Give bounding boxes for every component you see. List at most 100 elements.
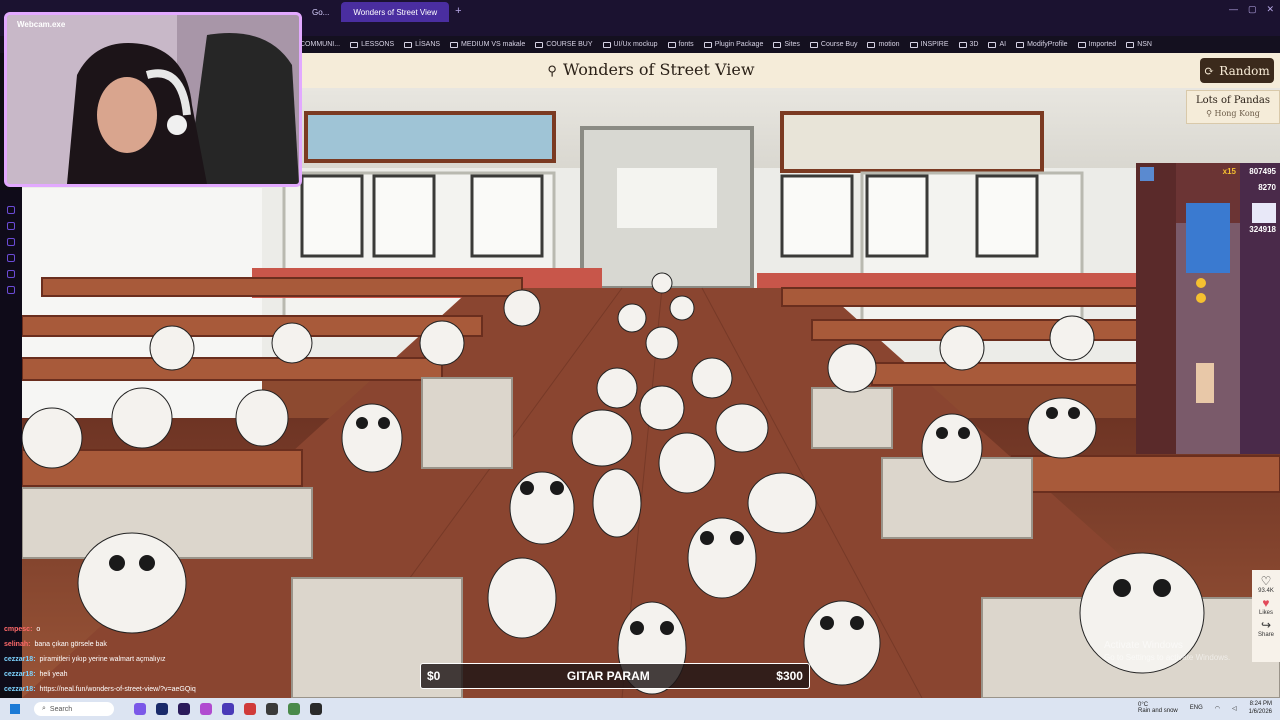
bookmark[interactable]: fonts	[667, 41, 694, 48]
bookmark-label: Course Buy	[820, 41, 858, 48]
wifi-icon[interactable]: ◠	[1215, 705, 1220, 712]
share-icon: ↪	[1260, 618, 1272, 632]
language-indicator[interactable]: ENG	[1190, 705, 1203, 711]
bookmark[interactable]: NSN	[1126, 41, 1152, 48]
bookmark[interactable]: Course Buy	[809, 41, 858, 48]
app-icon[interactable]	[244, 703, 256, 715]
bookmark-label: ModifyProfile	[1027, 41, 1068, 48]
folder-icon	[1016, 41, 1025, 48]
minimize-icon[interactable]: —	[1229, 4, 1238, 15]
bookmark[interactable]: INSPIRE	[909, 41, 949, 48]
random-button[interactable]: ⟳ Random	[1200, 58, 1274, 83]
app-icon[interactable]	[266, 703, 278, 715]
system-tray: 0°C Rain and snow ENG ◠ ◁ 8:24 PM 1/6/2026	[1138, 700, 1272, 716]
chat-message: cezzar18: https://neal.fun/wonders-of-str…	[4, 682, 274, 697]
clock[interactable]: 8:24 PM 1/6/2026	[1249, 700, 1272, 716]
bookmark-label: LİSANS	[415, 41, 441, 48]
likes-count: 93.4K	[1258, 588, 1274, 594]
side-rail	[0, 190, 22, 690]
donation-target: $300	[776, 669, 803, 683]
rail-icon[interactable]	[7, 254, 15, 262]
heart-icon: ♡	[1260, 574, 1272, 588]
bookmark[interactable]: MEDIUM VS makale	[450, 41, 525, 48]
social-panel: ♡ 93.4K ♥ Likes ↪ Share	[1252, 570, 1280, 662]
rail-icon[interactable]	[7, 222, 15, 230]
close-icon[interactable]: ✕	[1266, 4, 1274, 15]
new-tab-button[interactable]: +	[449, 5, 467, 17]
volume-icon[interactable]: ◁	[1232, 705, 1237, 712]
bookmark-label: motion	[878, 41, 900, 48]
browser-icon[interactable]	[200, 703, 212, 715]
bookmark-label: Plugin Package	[714, 41, 764, 48]
folder-icon	[988, 41, 997, 48]
game-score: 807495	[1249, 167, 1276, 176]
folder-icon	[703, 41, 712, 48]
premiere-icon[interactable]	[178, 703, 190, 715]
bookmark[interactable]: COMMUNI...	[300, 41, 340, 48]
window-controls: — ▢ ✕	[1229, 4, 1274, 15]
donation-title: GITAR PARAM	[566, 669, 650, 683]
rail-icon[interactable]	[7, 206, 15, 214]
folder-icon	[1077, 41, 1086, 48]
taskbar-search[interactable]: ⌕ Search	[34, 702, 114, 716]
tab-label: Wonders of Street View	[353, 7, 438, 17]
taskbar: ⌕ Search 0°C Rain and snow ENG ◠ ◁ 8:24 PM…	[0, 698, 1280, 720]
rail-icon[interactable]	[7, 270, 15, 278]
bookmark[interactable]: LİSANS	[404, 41, 440, 48]
game-overlay: 807495 8270 324918 x15	[1136, 163, 1280, 454]
likes-button[interactable]: ♥ Likes	[1259, 596, 1273, 616]
bookmark[interactable]: 3D	[958, 41, 978, 48]
app-icon[interactable]	[222, 703, 234, 715]
weather-desc: Rain and snow	[1138, 708, 1178, 714]
bookmark-label: NSN	[1137, 41, 1152, 48]
browser-tab[interactable]: Go...	[300, 2, 341, 22]
share-button[interactable]: ↪ Share	[1258, 618, 1274, 638]
bookmark[interactable]: Sites	[773, 41, 800, 48]
bookmark[interactable]: LESSONS	[350, 41, 394, 48]
clock-time: 8:24 PM	[1249, 701, 1272, 707]
chat-username: cezzar18:	[4, 656, 36, 663]
chat-username: cezzar18:	[4, 686, 36, 693]
chat-text: o	[36, 626, 41, 633]
like-button[interactable]: ♡ 93.4K	[1258, 574, 1274, 594]
webcam-feed	[7, 15, 299, 184]
browser-tab-active[interactable]: Wonders of Street View	[341, 2, 450, 22]
bookmark[interactable]: motion	[867, 41, 900, 48]
app-icon[interactable]	[288, 703, 300, 715]
bookmark[interactable]: AI	[988, 41, 1006, 48]
bookmark-label: COURSE BUY	[546, 41, 593, 48]
bookmark[interactable]: Imported	[1077, 41, 1116, 48]
bookmark[interactable]: COURSE BUY	[535, 41, 593, 48]
rail-icon[interactable]	[7, 238, 15, 246]
pin-icon: ⚲	[547, 64, 557, 79]
folder-icon	[602, 41, 611, 48]
after-effects-icon[interactable]	[156, 703, 168, 715]
bookmark[interactable]: ModifyProfile	[1016, 41, 1068, 48]
windows-start-icon[interactable]	[10, 704, 20, 714]
taskbar-apps	[134, 703, 322, 715]
stream-chat: cmpesc: o selinah: bana çıkan görsele bak …	[4, 622, 274, 694]
game-coins: 8270	[1258, 183, 1276, 192]
rail-icon[interactable]	[7, 286, 15, 294]
activate-windows-watermark: Activate Windows Go to Settings to activ…	[1104, 640, 1230, 662]
likes-label: Likes	[1258, 610, 1273, 616]
donation-goal-bar: $0 GITAR PARAM $300	[420, 663, 810, 689]
random-button-label: Random	[1219, 63, 1270, 78]
folder-icon	[809, 41, 818, 48]
bookmark[interactable]: UI/Ux mockup	[602, 41, 658, 48]
folder-icon	[350, 41, 359, 48]
weather-widget[interactable]: 0°C Rain and snow	[1138, 702, 1178, 714]
refresh-icon: ⟳	[1204, 63, 1215, 78]
heart-filled-icon: ♥	[1262, 596, 1270, 610]
discord-icon[interactable]	[134, 703, 146, 715]
folder-icon	[773, 41, 782, 48]
location-card: Lots of Pandas ⚲ Hong Kong	[1186, 90, 1280, 124]
location-region: Hong Kong	[1214, 109, 1260, 118]
page-title-text: Wonders of Street View	[562, 60, 755, 79]
maximize-icon[interactable]: ▢	[1248, 4, 1257, 15]
folder-icon	[404, 41, 413, 48]
bookmark[interactable]: Plugin Package	[703, 41, 764, 48]
chat-text: piramitleri yıkıp yerine walmart açmalıy…	[39, 656, 166, 663]
bookmark-label: INSPIRE	[920, 41, 949, 48]
obs-icon[interactable]	[310, 703, 322, 715]
